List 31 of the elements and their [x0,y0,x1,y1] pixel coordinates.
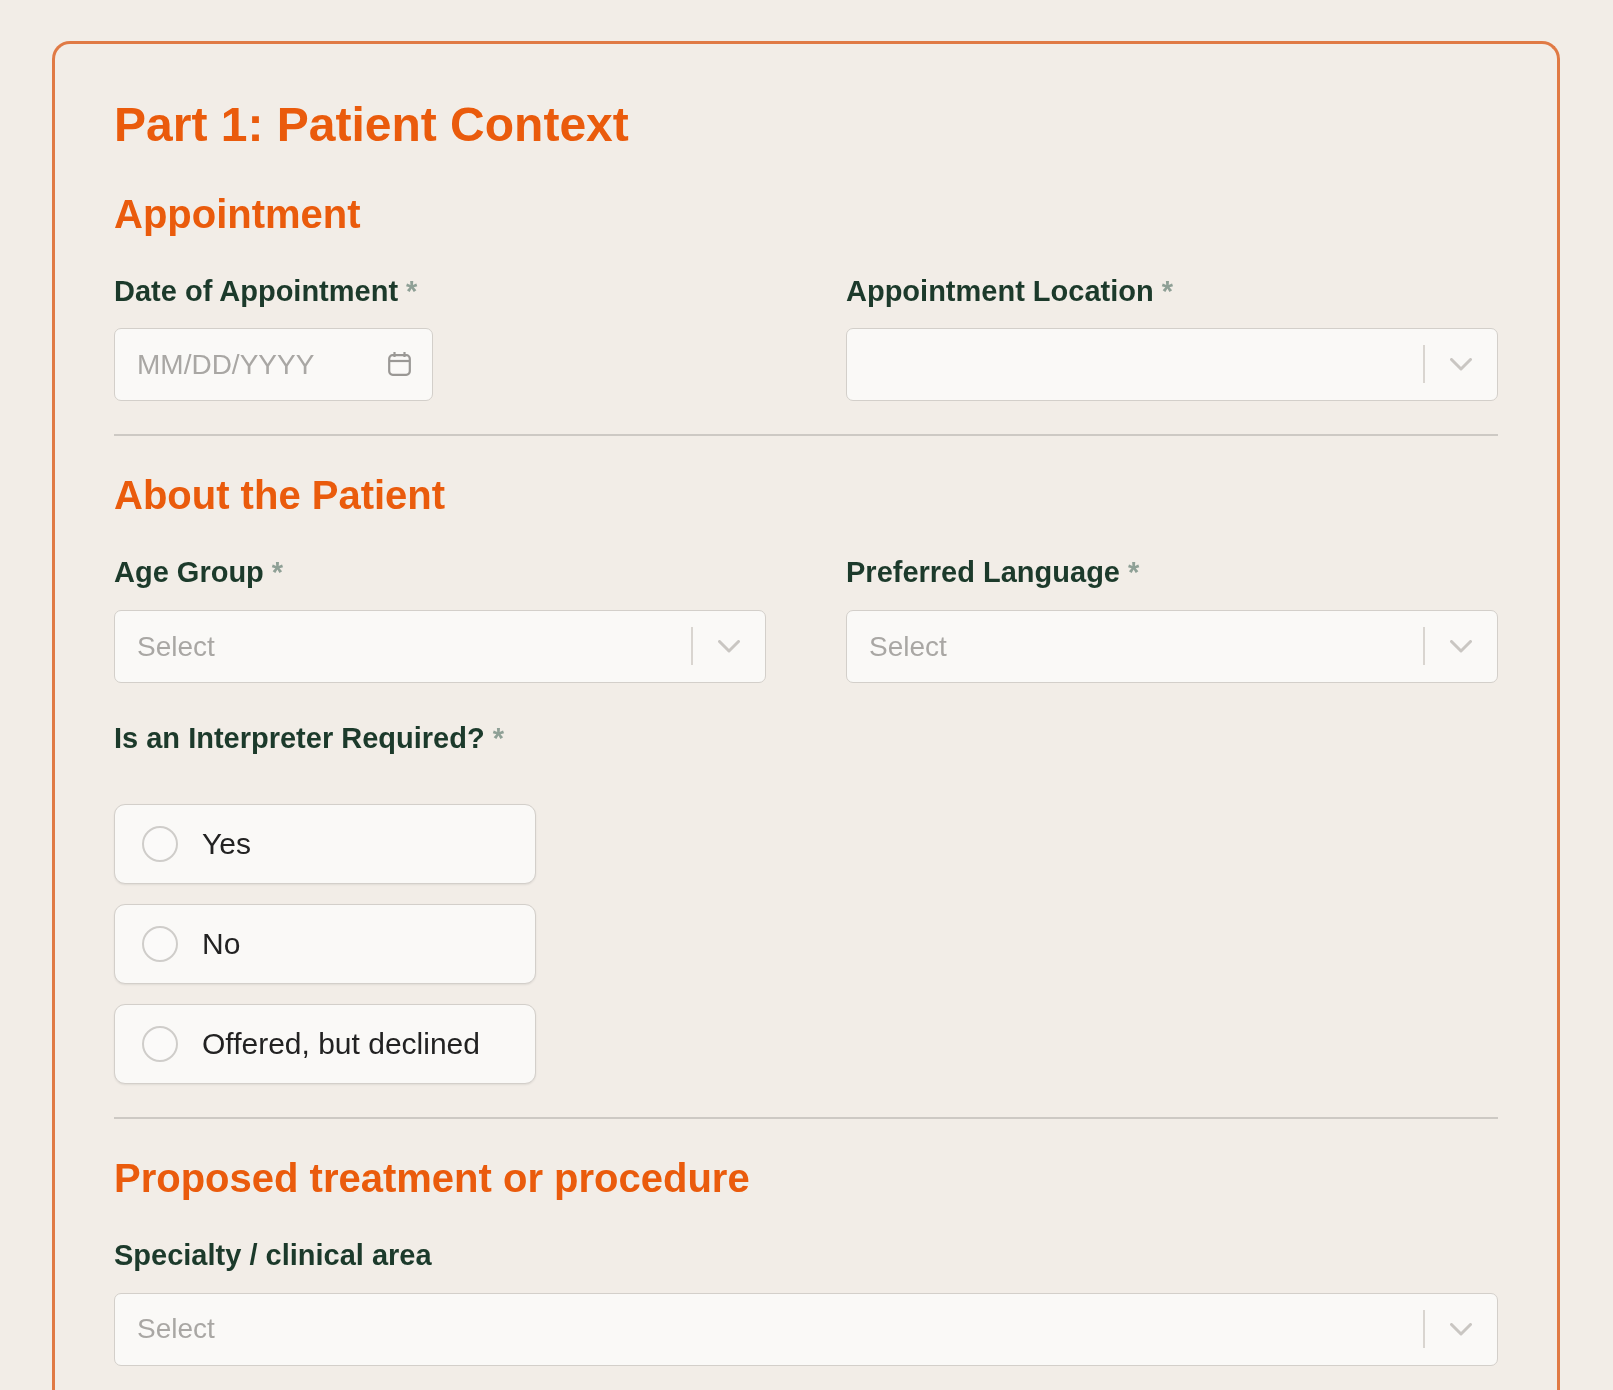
select-dropdown[interactable]: Select [846,610,1498,684]
select-dropdown[interactable] [846,328,1498,402]
date-field[interactable]: MM/DD/YYYY [114,328,433,402]
field-label: Specialty / clinical area [114,1239,432,1271]
section-heading: About the Patient [114,472,447,520]
calendar-icon [388,352,411,377]
select-dropdown[interactable]: Select [114,610,766,684]
required-mark: * [1128,556,1140,589]
radio-button[interactable] [142,1026,178,1062]
required-mark: * [492,722,504,755]
radio-option[interactable]: No [114,904,536,984]
section-heading: Appointment [114,190,362,238]
chevron-down-icon [1450,640,1472,654]
radio-option[interactable]: Offered, but declined [114,1004,536,1084]
form-title: Part 1: Patient Context [114,97,630,153]
chevron-down-icon [1450,1322,1472,1336]
required-mark: * [271,556,284,589]
field-label: Date of Appointment [114,274,399,307]
field-label: Appointment Location [846,274,1154,307]
radio-option[interactable]: Yes [114,804,536,884]
chevron-down-icon [718,640,740,654]
select-dropdown[interactable]: Select [114,1292,1498,1366]
chevron-down-icon [1450,358,1472,372]
field-label: Is an Interpreter Required? [114,722,485,755]
section-heading: Proposed treatment or procedure [114,1155,751,1202]
required-mark: * [1161,274,1173,307]
required-mark: * [406,274,418,307]
radio-button[interactable] [142,826,178,862]
field-label: Preferred Language [846,556,1120,589]
radio-button[interactable] [142,926,178,962]
field-label: Age Group [114,556,264,589]
